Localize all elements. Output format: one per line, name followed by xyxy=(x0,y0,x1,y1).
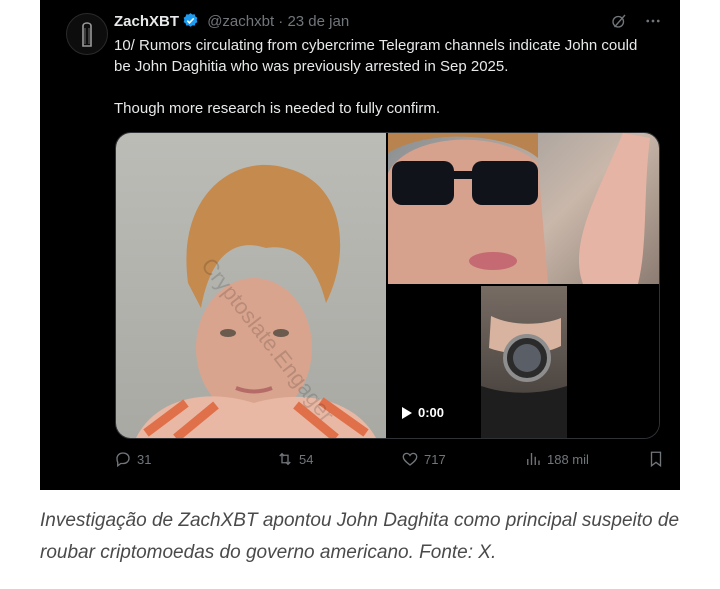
views-count: 188 mil xyxy=(547,451,589,467)
verified-badge-icon xyxy=(182,12,199,33)
reply-button[interactable]: 31 xyxy=(114,450,151,468)
author-handle[interactable]: @zachxbt xyxy=(207,13,274,30)
play-icon xyxy=(402,406,412,419)
heart-icon xyxy=(402,452,418,466)
tweet-card: ZachXBT @zachxbt · 23 de jan 10/ Rumors … xyxy=(40,0,680,490)
mugshot-photo[interactable]: Cryptoslate.Engager xyxy=(116,133,386,438)
reply-icon xyxy=(116,452,130,468)
watch-video-thumbnail xyxy=(481,286,567,438)
watch-illustration xyxy=(481,316,567,438)
sunglasses-selfie-photo[interactable] xyxy=(388,133,659,284)
reply-count: 31 xyxy=(137,451,152,467)
bookmark-button[interactable] xyxy=(647,450,665,468)
tweet-paragraph-1: 10/ Rumors circulating from cybercrime T… xyxy=(114,37,638,75)
author-avatar[interactable] xyxy=(66,13,108,55)
repost-icon xyxy=(279,452,291,466)
repost-button[interactable]: 54 xyxy=(276,450,313,468)
avatar-logo-icon xyxy=(82,22,92,47)
tweet-date[interactable]: 23 de jan xyxy=(287,13,349,30)
tweet-actions-bar: 31 54 717 188 mil xyxy=(114,450,662,472)
author-name[interactable]: ZachXBT xyxy=(114,13,179,30)
like-button[interactable]: 717 xyxy=(401,450,446,468)
share-button[interactable] xyxy=(678,450,680,468)
selfie-illustration xyxy=(388,133,650,284)
watch-video[interactable]: 0:00 xyxy=(388,286,659,438)
grok-icon[interactable] xyxy=(610,12,628,34)
tweet-text: 10/ Rumors circulating from cybercrime T… xyxy=(114,35,644,119)
repost-count: 54 xyxy=(299,451,314,467)
like-count: 717 xyxy=(424,451,446,467)
views-button[interactable]: 188 mil xyxy=(524,450,589,468)
article-caption: Investigação de ZachXBT apontou John Dag… xyxy=(40,510,680,563)
tweet-media-grid: Cryptoslate.Engager 0:00 xyxy=(115,132,660,439)
video-timestamp: 0:00 xyxy=(418,405,445,420)
bookmark-icon xyxy=(650,451,662,468)
tweet-header: ZachXBT @zachxbt · 23 de jan xyxy=(114,12,662,32)
video-play-button[interactable]: 0:00 xyxy=(402,405,444,420)
views-chart-icon xyxy=(527,453,540,465)
header-separator: · xyxy=(278,13,284,30)
share-icon xyxy=(678,450,680,468)
tweet-paragraph-2: Though more research is needed to fully … xyxy=(114,100,440,117)
mugshot-illustration xyxy=(136,164,376,438)
more-options-icon[interactable] xyxy=(644,12,662,34)
